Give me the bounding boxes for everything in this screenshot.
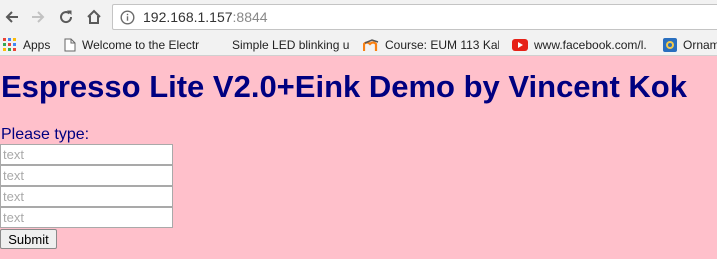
url-host: 192.168.1.157 xyxy=(143,9,233,25)
info-icon[interactable] xyxy=(120,9,135,25)
bookmark-label: Apps xyxy=(23,38,51,52)
bookmark-course[interactable]: Course: EUM 113 Kalk xyxy=(363,34,499,55)
page-icon xyxy=(64,38,76,52)
url-port: :8844 xyxy=(232,9,268,25)
bookmark-label: Welcome to the Electr xyxy=(82,38,200,52)
type-prompt-label: Please type: xyxy=(1,126,90,143)
address-bar[interactable]: 192.168.1.157:8844 xyxy=(112,4,717,30)
page-title: Espresso Lite V2.0+Eink Demo by Vincent … xyxy=(1,69,687,104)
youtube-icon xyxy=(512,39,528,51)
bookmark-label: Ornam xyxy=(683,38,717,52)
bookmark-label: www.facebook.com/l. xyxy=(534,38,647,52)
bookmark-led-blinking[interactable]: Simple LED blinking u xyxy=(232,34,350,55)
home-icon xyxy=(87,9,101,24)
text-input-1[interactable] xyxy=(0,144,173,165)
home-button[interactable] xyxy=(83,6,105,28)
text-input-4[interactable] xyxy=(0,207,173,228)
back-button[interactable] xyxy=(1,6,23,28)
text-input-2[interactable] xyxy=(0,165,173,186)
reload-icon xyxy=(60,10,73,24)
reload-button[interactable] xyxy=(55,6,77,28)
bookmark-ornam[interactable]: Ornam xyxy=(663,34,717,55)
page-content: Espresso Lite V2.0+Eink Demo by Vincent … xyxy=(0,56,717,259)
bookmark-label: Course: EUM 113 Kalk xyxy=(385,38,499,52)
apps-grid-icon xyxy=(3,38,17,52)
back-arrow-icon xyxy=(5,11,18,23)
forward-arrow-icon xyxy=(32,11,45,23)
bookmark-facebook[interactable]: www.facebook.com/l. xyxy=(512,34,654,55)
bookmark-apps[interactable]: Apps xyxy=(3,34,63,55)
site-icon xyxy=(663,38,677,52)
browser-toolbar: 192.168.1.157:8844 xyxy=(0,0,717,34)
text-input-3[interactable] xyxy=(0,186,173,207)
bookmarks-bar: Apps Welcome to the Electr Simple LED bl… xyxy=(0,34,717,56)
submit-button[interactable]: Submit xyxy=(0,229,57,249)
bookmark-electr[interactable]: Welcome to the Electr xyxy=(64,34,216,55)
forward-button[interactable] xyxy=(27,6,49,28)
moodle-icon xyxy=(363,38,379,52)
bookmark-label: Simple LED blinking u xyxy=(232,38,350,52)
